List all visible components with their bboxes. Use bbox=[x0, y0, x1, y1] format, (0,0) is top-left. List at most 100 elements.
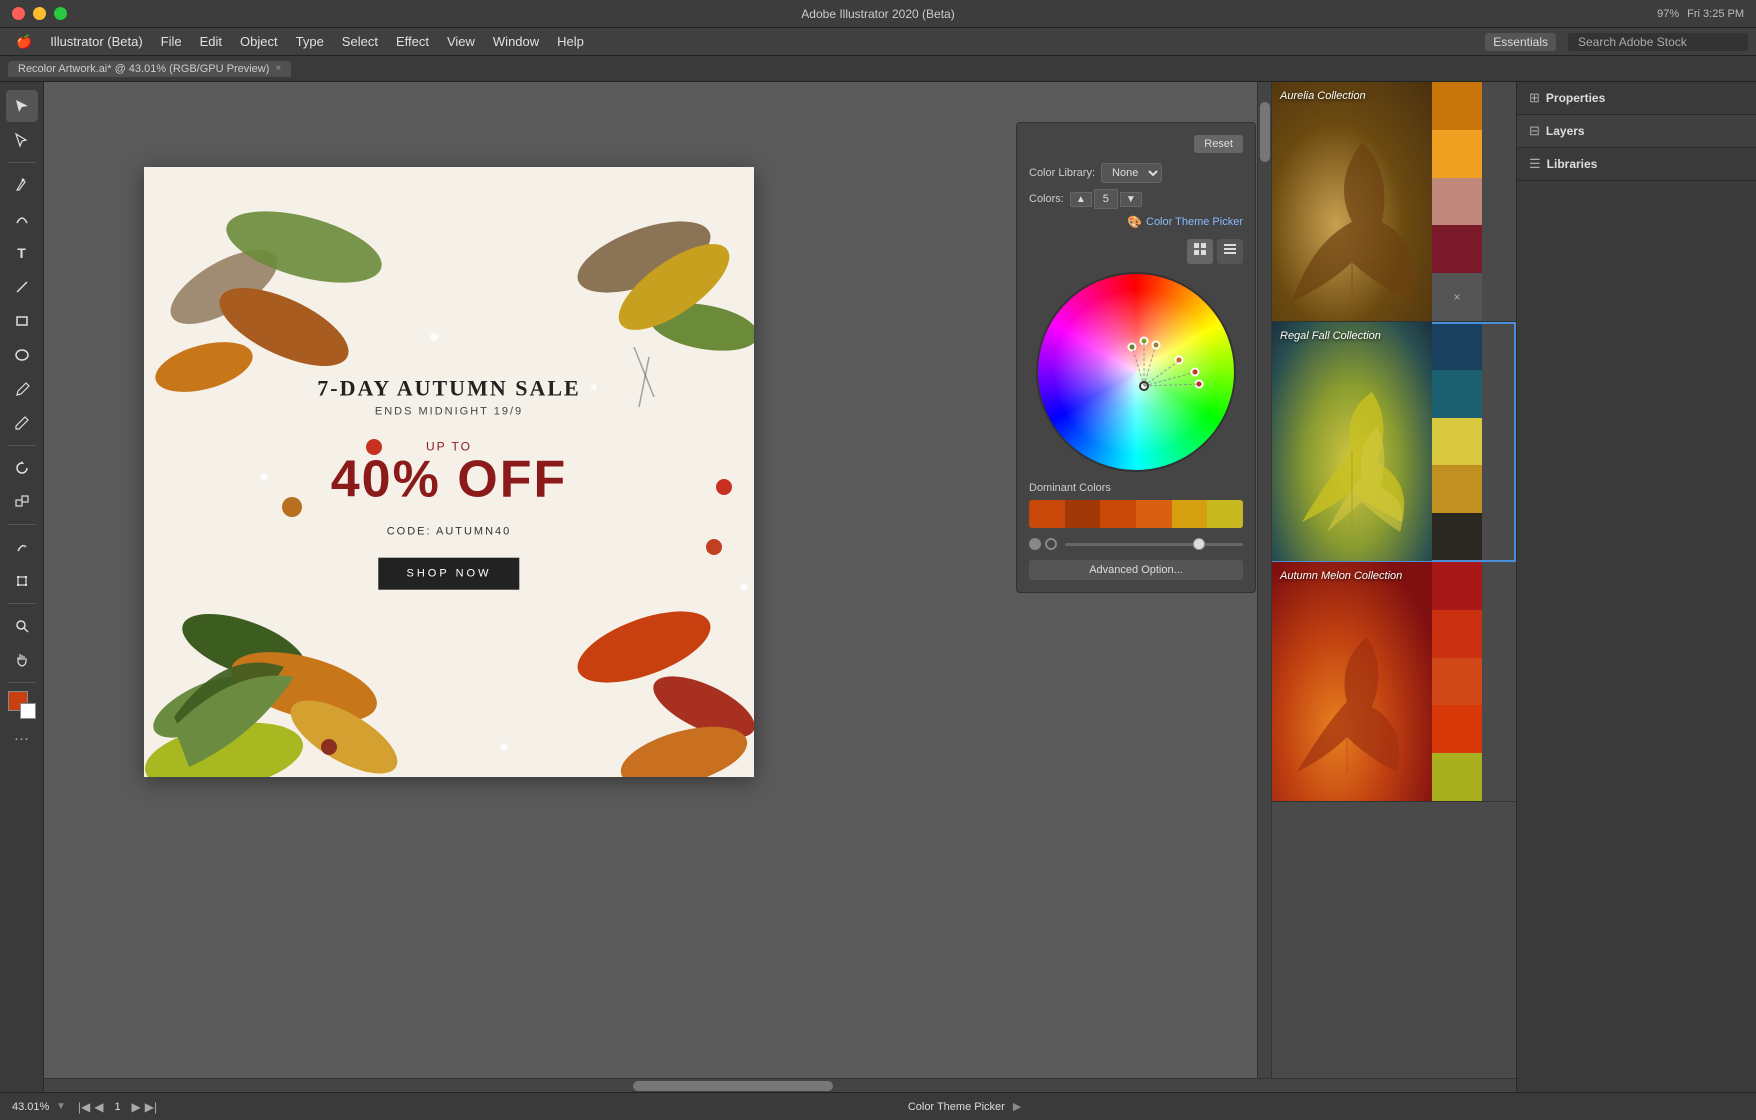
curvature-tool[interactable] bbox=[6, 203, 38, 235]
menu-view[interactable]: View bbox=[439, 32, 483, 51]
wheel-dot-center[interactable] bbox=[1139, 381, 1149, 391]
collection-aurelia[interactable]: Aurelia Collection × bbox=[1272, 82, 1516, 322]
paint-brush-tool[interactable] bbox=[6, 373, 38, 405]
swatch-regal-3[interactable] bbox=[1432, 418, 1482, 466]
wheel-dot-orange[interactable] bbox=[1175, 356, 1184, 365]
scrollbar-thumb-vertical[interactable] bbox=[1260, 102, 1270, 162]
swatch-aurelia-3[interactable] bbox=[1432, 178, 1482, 226]
color-wheel-container bbox=[1029, 272, 1243, 472]
list-view-button[interactable] bbox=[1217, 239, 1243, 264]
collection-autumn[interactable]: Autumn Melon Collection bbox=[1272, 562, 1516, 802]
scrollbar-thumb-horizontal[interactable] bbox=[633, 1081, 833, 1091]
status-expand-icon[interactable]: ▶ bbox=[1013, 1100, 1021, 1113]
swatch-aurelia-4[interactable] bbox=[1432, 225, 1482, 273]
wheel-dot-dark-orange[interactable] bbox=[1190, 368, 1199, 377]
swatch-regal-5[interactable] bbox=[1432, 513, 1482, 561]
colors-stepper[interactable]: ▲ 5 ▼ bbox=[1070, 189, 1142, 209]
dominant-swatch-2[interactable] bbox=[1065, 500, 1101, 528]
dominant-swatch-5[interactable] bbox=[1172, 500, 1208, 528]
swatch-regal-4[interactable] bbox=[1432, 465, 1482, 513]
direct-selection-tool[interactable] bbox=[6, 124, 38, 156]
swatch-autumn-1[interactable] bbox=[1432, 562, 1482, 610]
slider-dot-2[interactable] bbox=[1045, 538, 1057, 550]
wheel-dot-red[interactable] bbox=[1194, 379, 1203, 388]
search-stock-input[interactable]: Search Adobe Stock bbox=[1568, 33, 1748, 51]
collection-regal[interactable]: Regal Fall Collection bbox=[1272, 322, 1516, 562]
dominant-swatch-6[interactable] bbox=[1207, 500, 1243, 528]
essentials-button[interactable]: Essentials bbox=[1485, 33, 1556, 51]
color-theme-picker-button[interactable]: 🎨 Color Theme Picker bbox=[1029, 215, 1243, 229]
menu-object[interactable]: Object bbox=[232, 32, 286, 51]
text-tool[interactable]: T bbox=[6, 237, 38, 269]
menu-window[interactable]: Window bbox=[485, 32, 547, 51]
menu-effect[interactable]: Effect bbox=[388, 32, 437, 51]
menu-app[interactable]: Illustrator (Beta) bbox=[42, 32, 150, 51]
wheel-dot-green2[interactable] bbox=[1139, 336, 1148, 345]
line-tool[interactable] bbox=[6, 271, 38, 303]
color-library-select[interactable]: None bbox=[1101, 163, 1162, 183]
shop-now-button[interactable]: SHOP NOW bbox=[379, 558, 520, 590]
scale-tool[interactable] bbox=[6, 486, 38, 518]
layers-panel-header[interactable]: ⊟ Layers bbox=[1517, 115, 1756, 147]
zoom-tool[interactable] bbox=[6, 610, 38, 642]
slider-thumb[interactable] bbox=[1193, 538, 1205, 550]
menu-type[interactable]: Type bbox=[288, 32, 332, 51]
document-tab[interactable]: Recolor Artwork.ai* @ 43.01% (RGB/GPU Pr… bbox=[8, 61, 291, 77]
free-transform-tool[interactable] bbox=[6, 565, 38, 597]
dominant-swatch-3[interactable] bbox=[1100, 500, 1136, 528]
pencil-tool[interactable] bbox=[6, 407, 38, 439]
properties-panel: ⊞ Properties bbox=[1517, 82, 1756, 115]
dominant-swatch-1[interactable] bbox=[1029, 500, 1065, 528]
hand-tool[interactable] bbox=[6, 644, 38, 676]
reset-button[interactable]: Reset bbox=[1194, 135, 1243, 153]
swatch-autumn-3[interactable] bbox=[1432, 658, 1482, 706]
page-prev-button[interactable]: ◀ bbox=[94, 1100, 103, 1114]
warp-tool[interactable] bbox=[6, 531, 38, 563]
page-next-button[interactable]: ▶ bbox=[132, 1100, 141, 1114]
grid-view-button[interactable] bbox=[1187, 239, 1213, 264]
slider-dot-1[interactable] bbox=[1029, 538, 1041, 550]
advanced-options-button[interactable]: Advanced Option... bbox=[1029, 560, 1243, 580]
libraries-panel-header[interactable]: ☰ Libraries bbox=[1517, 148, 1756, 180]
page-first-button[interactable]: |◀ bbox=[78, 1100, 90, 1114]
swatch-autumn-5[interactable] bbox=[1432, 753, 1482, 801]
menu-edit[interactable]: Edit bbox=[192, 32, 230, 51]
vertical-scrollbar[interactable] bbox=[1257, 82, 1271, 1092]
swatch-regal-2[interactable] bbox=[1432, 370, 1482, 418]
rectangle-tool[interactable] bbox=[6, 305, 38, 337]
colors-stepper-up[interactable]: ▲ bbox=[1070, 192, 1092, 207]
more-tools[interactable]: … bbox=[14, 727, 30, 745]
rotate-tool[interactable] bbox=[6, 452, 38, 484]
menu-help[interactable]: Help bbox=[549, 32, 592, 51]
fill-stroke-colors[interactable] bbox=[8, 691, 36, 719]
artwork-inner: 7-DAY AUTUMN SALE ENDS MIDNIGHT 19/9 UP … bbox=[144, 167, 754, 777]
menu-select[interactable]: Select bbox=[334, 32, 386, 51]
artwork-canvas[interactable]: 7-DAY AUTUMN SALE ENDS MIDNIGHT 19/9 UP … bbox=[144, 167, 754, 777]
pen-tool[interactable] bbox=[6, 169, 38, 201]
selection-tool[interactable] bbox=[6, 90, 38, 122]
color-wheel-wrapper[interactable] bbox=[1036, 272, 1236, 472]
tab-close-button[interactable]: × bbox=[275, 63, 281, 74]
menu-apple[interactable]: 🍎 bbox=[8, 32, 40, 52]
menu-file[interactable]: File bbox=[153, 32, 190, 51]
wheel-dot-green[interactable] bbox=[1128, 342, 1137, 351]
color-wheel-disc[interactable] bbox=[1036, 272, 1236, 472]
swatch-remove[interactable]: × bbox=[1432, 273, 1482, 321]
close-window-button[interactable] bbox=[12, 7, 25, 20]
wheel-dot-olive[interactable] bbox=[1151, 340, 1160, 349]
swatch-autumn-2[interactable] bbox=[1432, 610, 1482, 658]
swatch-aurelia-2[interactable] bbox=[1432, 130, 1482, 178]
fullscreen-window-button[interactable] bbox=[54, 7, 67, 20]
smoothness-slider[interactable] bbox=[1065, 543, 1243, 546]
zoom-dropdown[interactable]: ▼ bbox=[56, 1101, 66, 1112]
dominant-swatch-4[interactable] bbox=[1136, 500, 1172, 528]
swatch-regal-1[interactable] bbox=[1432, 322, 1482, 370]
page-last-button[interactable]: ▶| bbox=[145, 1100, 157, 1114]
colors-stepper-down[interactable]: ▼ bbox=[1120, 192, 1142, 207]
ellipse-tool[interactable] bbox=[6, 339, 38, 371]
horizontal-scrollbar[interactable] bbox=[44, 1078, 1516, 1092]
properties-panel-header[interactable]: ⊞ Properties bbox=[1517, 82, 1756, 114]
minimize-window-button[interactable] bbox=[33, 7, 46, 20]
swatch-autumn-4[interactable] bbox=[1432, 705, 1482, 753]
swatch-aurelia-1[interactable] bbox=[1432, 82, 1482, 130]
